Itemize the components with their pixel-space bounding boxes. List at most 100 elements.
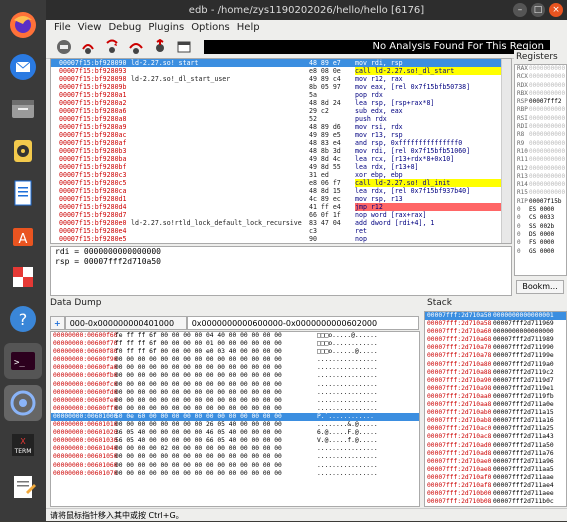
- restart-icon[interactable]: [174, 38, 194, 56]
- step-out-icon[interactable]: [150, 38, 170, 56]
- tab-add-icon[interactable]: +: [50, 316, 65, 330]
- disasm-row[interactable]: 00007f15:bf9280e0 ld-2.27.so!rtld_lock_de…: [51, 219, 511, 227]
- register-row[interactable]: R130000000000: [515, 173, 566, 181]
- xterm-icon[interactable]: X TERM: [4, 427, 42, 463]
- stack-row[interactable]: 00007fff:2d710ae8 00007fff2d711aa5: [425, 466, 566, 474]
- register-row[interactable]: 0 CS 0033: [515, 214, 566, 222]
- impress-icon[interactable]: [4, 259, 42, 295]
- register-row[interactable]: 0 DS 0000: [515, 231, 566, 239]
- stack-row[interactable]: 00007fff:2d710ad8 00007fff2d711a76: [425, 450, 566, 458]
- dump-row[interactable]: 00000000:00600fe0 00 00 00 00 00 00 00 00…: [51, 397, 419, 405]
- register-row[interactable]: R120000000000: [515, 165, 566, 173]
- disassembly-scrollbar[interactable]: [501, 59, 511, 243]
- menu-options[interactable]: Options: [191, 22, 230, 33]
- close-button[interactable]: ×: [549, 3, 563, 17]
- register-row[interactable]: RDI0000000000: [515, 123, 566, 131]
- register-row[interactable]: RDX0000000000: [515, 82, 566, 90]
- stack-row[interactable]: 00007fff:2d710a60 0000000000000000: [425, 328, 566, 336]
- register-row[interactable]: 0 FS 0000: [515, 239, 566, 247]
- disasm-row[interactable]: 00007f15:bf9280c3 31 ed xor ebp, ebp: [51, 171, 511, 179]
- register-row[interactable]: 0 SS 002b: [515, 223, 566, 231]
- stack-row[interactable]: 00007fff:2d710a90 00007fff2d7119d7: [425, 377, 566, 385]
- disasm-row[interactable]: 00007f15:bf92809b 8b 05 97 mov eax, [rel 0…: [51, 83, 511, 91]
- writer-icon[interactable]: [4, 175, 42, 211]
- stack-row[interactable]: 00007fff:2d710a58 00007fff2d711969: [425, 320, 566, 328]
- stack-row[interactable]: 00007fff:2d710a98 00007fff2d7119e1: [425, 385, 566, 393]
- disasm-row[interactable]: 00007f15:bf9280a1 5a pop rdx: [51, 91, 511, 99]
- stack-row[interactable]: 00007fff:2d710a70 00007fff2d711990: [425, 344, 566, 352]
- stack-row[interactable]: 00007fff:2d710a88 00007fff2d7119c2: [425, 369, 566, 377]
- disasm-row[interactable]: 00007f15:bf9280e5 90 nop: [51, 235, 511, 243]
- register-row[interactable]: R140000000000: [515, 181, 566, 189]
- menu-debug[interactable]: Debug: [108, 22, 141, 33]
- menu-plugins[interactable]: Plugins: [148, 22, 184, 33]
- disasm-row[interactable]: 00007f15:bf9280a6 29 c2 sub edx, eax: [51, 107, 511, 115]
- dump-row[interactable]: 00000000:00600fa0 00 00 00 00 00 00 00 00…: [51, 364, 419, 372]
- step-into-icon[interactable]: [102, 38, 122, 56]
- run-icon[interactable]: [78, 38, 98, 56]
- data-dump-view[interactable]: 00000000:00600f60 fe ff ff 6f 00 00 00 00…: [50, 331, 420, 507]
- dump-row[interactable]: 00000000:00601070 00 00 00 00 00 00 00 00…: [51, 470, 419, 478]
- help-icon[interactable]: ?: [4, 301, 42, 337]
- files-icon[interactable]: [4, 91, 42, 127]
- disasm-row[interactable]: 00007f15:bf928090 ld-2.27.so! start 48 89 …: [51, 59, 511, 67]
- stack-row[interactable]: 00007fff:2d710b00 00007fff2d711aee: [425, 490, 566, 498]
- disassembly-view[interactable]: 00007f15:bf928090 ld-2.27.so! start 48 89 …: [50, 58, 512, 244]
- dump-row[interactable]: 00000000:00601010 00 00 00 00 00 00 00 00…: [51, 421, 419, 429]
- stack-row[interactable]: 00007fff:2d710a80 00007fff2d7119a0: [425, 361, 566, 369]
- disasm-row[interactable]: 00007f15:bf9280d4 41 ff e4 jmp r12: [51, 203, 511, 211]
- register-row[interactable]: RCX0000000000: [515, 73, 566, 81]
- dump-row[interactable]: 00000000:00600f80 f0 ff ff 6f 00 00 00 00…: [51, 348, 419, 356]
- stack-row[interactable]: 00007fff:2d710a78 00007fff2d71199e: [425, 352, 566, 360]
- register-row[interactable]: RBX0000000000: [515, 90, 566, 98]
- software-icon[interactable]: A: [4, 217, 42, 253]
- disasm-row[interactable]: 00007f15:bf928098 ld-2.27.so!_dl_start_us…: [51, 75, 511, 83]
- stack-row[interactable]: 00007fff:2d710b08 00007fff2d711b0c: [425, 498, 566, 506]
- dump-row[interactable]: 00000000:00600fd0 00 00 00 00 00 00 00 00…: [51, 389, 419, 397]
- stack-row[interactable]: 00007fff:2d710af8 00007fff2d711ae4: [425, 482, 566, 490]
- register-row[interactable]: R8 0000000000: [515, 131, 566, 139]
- register-row[interactable]: R9 0000000000: [515, 140, 566, 148]
- disasm-row[interactable]: 00007f15:bf9280ac 49 89 e5 mov r13, rsp: [51, 131, 511, 139]
- dump-row[interactable]: 00000000:00600ff0 00 00 00 00 00 00 00 00…: [51, 405, 419, 413]
- register-row[interactable]: 0 ES 0000: [515, 206, 566, 214]
- disasm-row[interactable]: 00007f15:bf9280c5 e8 06 f7 call ld-2.27.so…: [51, 179, 511, 187]
- menu-file[interactable]: File: [54, 22, 71, 33]
- minimize-button[interactable]: –: [513, 3, 527, 17]
- menu-help[interactable]: Help: [237, 22, 260, 33]
- dump-row[interactable]: 00000000:00600f60 fe ff ff 6f 00 00 00 00…: [51, 332, 419, 340]
- dump-tab-2[interactable]: 0x0000000000600000-0x0000000000602000: [186, 316, 419, 330]
- menu-view[interactable]: View: [78, 22, 102, 33]
- disasm-row[interactable]: 00007f15:bf9280a2 48 8d 24 lea rsp, [rsp+r…: [51, 99, 511, 107]
- disasm-row[interactable]: 00007f15:bf9280b3 48 8b 3d mov rdi, [rel 0…: [51, 147, 511, 155]
- dump-row[interactable]: 00000000:00600fb0 00 00 00 00 00 00 00 00…: [51, 372, 419, 380]
- stop-icon[interactable]: [54, 38, 74, 56]
- edb-icon[interactable]: [4, 385, 42, 421]
- firefox-icon[interactable]: [4, 7, 42, 43]
- register-row[interactable]: RAX0000000000: [515, 65, 566, 73]
- disasm-row[interactable]: 00007f15:bf928093 e8 08 0e call ld-2.27.so…: [51, 67, 511, 75]
- register-row[interactable]: RSP00007fff2: [515, 98, 566, 106]
- disasm-row[interactable]: 00007f15:bf9280a9 48 89 d6 mov rsi, rdx: [51, 123, 511, 131]
- stack-row[interactable]: 00007fff:2d710af0 00007fff2d711aae: [425, 474, 566, 482]
- dump-row[interactable]: 00000000:00600f90 00 00 00 00 00 00 00 00…: [51, 356, 419, 364]
- dump-row[interactable]: 00000000:00600f70 ff ff ff 6f 00 00 00 00…: [51, 340, 419, 348]
- register-row[interactable]: R100000000000: [515, 148, 566, 156]
- register-row[interactable]: RIP00007f15b: [515, 198, 566, 206]
- step-over-icon[interactable]: [126, 38, 146, 56]
- stack-row[interactable]: 00007fff:2d710ad0 00007fff2d711a50: [425, 442, 566, 450]
- dump-tab-1[interactable]: 000-0x000000000401000: [64, 316, 187, 330]
- stack-row[interactable]: 00007fff:2d710ac8 00007fff2d711a43: [425, 433, 566, 441]
- disasm-row[interactable]: 00007f15:bf9280ca 48 8d 15 lea rdx, [rel 0…: [51, 187, 511, 195]
- register-row[interactable]: RSI0000000000: [515, 115, 566, 123]
- disasm-row[interactable]: 00007f15:bf9280a8 52 push rdx: [51, 115, 511, 123]
- thunderbird-icon[interactable]: [4, 49, 42, 85]
- disasm-row[interactable]: 00007f15:bf9280bf 49 8d 55 lea rdx, [r13+8…: [51, 163, 511, 171]
- disasm-row[interactable]: 00007f15:bf9280ba 49 8d 4c lea rcx, [r13+r…: [51, 155, 511, 163]
- stack-view[interactable]: 00007fff:2d710a50 0000000000000001 00007ff…: [424, 311, 567, 507]
- terminal-icon[interactable]: >_: [4, 343, 42, 379]
- text-editor-icon[interactable]: [4, 469, 42, 505]
- dump-row[interactable]: 00000000:00600fc0 00 00 00 00 00 00 00 00…: [51, 381, 419, 389]
- stack-row[interactable]: 00007fff:2d710ac0 00007fff2d711a25: [425, 425, 566, 433]
- disasm-row[interactable]: 00007f15:bf9280d7 66 0f 1f nop word [rax+r…: [51, 211, 511, 219]
